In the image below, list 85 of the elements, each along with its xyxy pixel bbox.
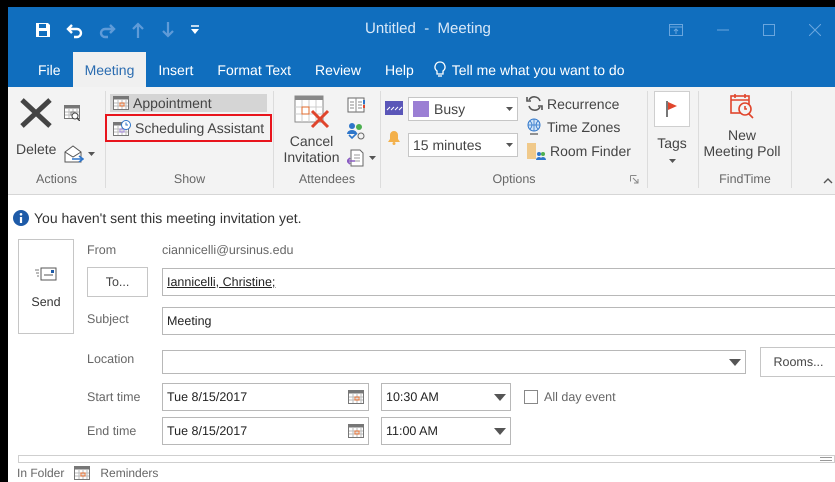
folder-label: In Folder — [17, 466, 64, 480]
globe-icon — [526, 118, 543, 136]
appointment-button[interactable]: Appointment — [110, 94, 268, 112]
dropdown-caret-icon — [729, 358, 741, 366]
date-field[interactable]: Tue 8/15/2017 — [162, 417, 369, 445]
date-field[interactable]: Tue 8/15/2017 — [162, 383, 369, 411]
ribbon-tab[interactable]: Review — [303, 52, 373, 87]
caret-icon — [88, 152, 96, 156]
to-button[interactable]: To... — [87, 267, 148, 297]
field-label: From — [87, 243, 118, 257]
send-button[interactable]: Send — [18, 239, 74, 334]
time-zones-button[interactable]: Time Zones — [523, 117, 634, 137]
envelope-icon — [35, 267, 57, 281]
delete-button[interactable]: Delete — [16, 97, 56, 172]
people-check-icon[interactable] — [347, 122, 365, 140]
group-label: Actions — [36, 172, 77, 186]
tell-me-field[interactable]: Tell me what you want to do — [452, 62, 625, 78]
ribbon-display-icon[interactable] — [669, 24, 683, 36]
calendar-clock-icon — [730, 93, 754, 119]
window-title: Untitled - Meeting — [365, 20, 491, 37]
calendar-x-icon — [294, 95, 330, 129]
save-icon[interactable] — [34, 20, 52, 38]
close-icon[interactable] — [809, 24, 821, 36]
calendar-clock-icon — [113, 120, 131, 136]
checkbox-label: All day event — [544, 390, 616, 404]
subject-field[interactable]: Meeting — [162, 307, 835, 335]
refresh-arrows-icon — [526, 95, 543, 112]
x-icon — [19, 97, 54, 129]
reminder-value: 15 minutes — [413, 137, 482, 153]
field-label: Start time — [87, 390, 142, 404]
new-meeting-poll-button[interactable]: New Meeting Poll — [703, 91, 781, 172]
folder-label: Reminders — [100, 466, 158, 480]
field-label: Location — [87, 352, 136, 366]
show-as-dropdown[interactable]: Busy — [408, 97, 518, 121]
ribbon-tab[interactable]: Insert — [146, 52, 206, 87]
rooms-button[interactable]: Rooms... — [760, 347, 835, 377]
calendar-icon — [348, 390, 364, 404]
customize-icon[interactable] — [190, 24, 200, 34]
flag-icon — [666, 101, 678, 117]
group-label: FindTime — [719, 172, 771, 186]
status-value: Busy — [434, 101, 466, 117]
ribbon-tab[interactable]: Help — [372, 52, 426, 87]
recurrence-button[interactable]: Recurrence — [523, 94, 634, 113]
caret-icon — [369, 156, 376, 160]
time-dropdown[interactable]: 11:00 AM — [381, 417, 511, 445]
info-icon — [13, 210, 29, 226]
ribbon-tab[interactable]: Format Text — [205, 52, 304, 87]
grip-icon[interactable] — [820, 457, 832, 461]
scheduling-assistant-button[interactable]: Scheduling Assistant — [110, 119, 268, 137]
calendar-icon — [348, 424, 364, 438]
ribbon-tab[interactable]: Meeting — [72, 52, 146, 87]
collapse-ribbon-icon[interactable] — [823, 178, 833, 184]
dropdown-caret-icon — [506, 107, 513, 111]
show-as-icon — [385, 101, 403, 115]
lightbulb-icon — [434, 61, 446, 78]
envelope-arrow-icon[interactable] — [64, 145, 84, 163]
recipient-name: Iannicelli, Christine; — [167, 275, 276, 289]
door-people-icon — [526, 142, 546, 160]
dropdown-caret-icon — [494, 428, 506, 434]
ribbon-tab[interactable]: File — [26, 52, 73, 87]
maximize-icon[interactable] — [763, 24, 775, 36]
group-label: Attendees — [298, 172, 356, 186]
dialog-launcher-icon[interactable] — [630, 175, 639, 184]
location-field[interactable] — [162, 350, 746, 374]
cancel-invitation-button[interactable]: Cancel Invitation — [278, 95, 345, 172]
dropdown-caret-icon — [506, 143, 513, 147]
dropdown-caret-icon — [494, 394, 506, 400]
time-dropdown[interactable]: 10:30 AM — [381, 383, 511, 411]
field-label: Subject — [87, 312, 130, 326]
caret-icon — [668, 159, 676, 163]
tags-button[interactable]: Tags — [654, 91, 690, 188]
group-label: Options — [492, 172, 536, 186]
calendar-search-icon[interactable] — [64, 105, 80, 121]
reminder-dropdown[interactable]: 15 minutes — [408, 133, 518, 157]
address-book-icon[interactable] — [347, 97, 365, 113]
to-field[interactable]: Iannicelli, Christine; — [162, 268, 835, 296]
from-address: ciannicelli@ursinus.edu — [162, 242, 295, 259]
field-label: End time — [87, 424, 138, 438]
document-arrow-icon[interactable] — [347, 149, 365, 167]
group-label: Show — [174, 172, 206, 186]
info-message: You haven't sent this meeting invitation yet. — [34, 210, 302, 226]
room-finder-button[interactable]: Room Finder — [523, 141, 634, 161]
calendar-icon — [113, 96, 129, 110]
all-day-checkbox[interactable] — [524, 390, 538, 404]
bell-icon — [387, 130, 401, 145]
